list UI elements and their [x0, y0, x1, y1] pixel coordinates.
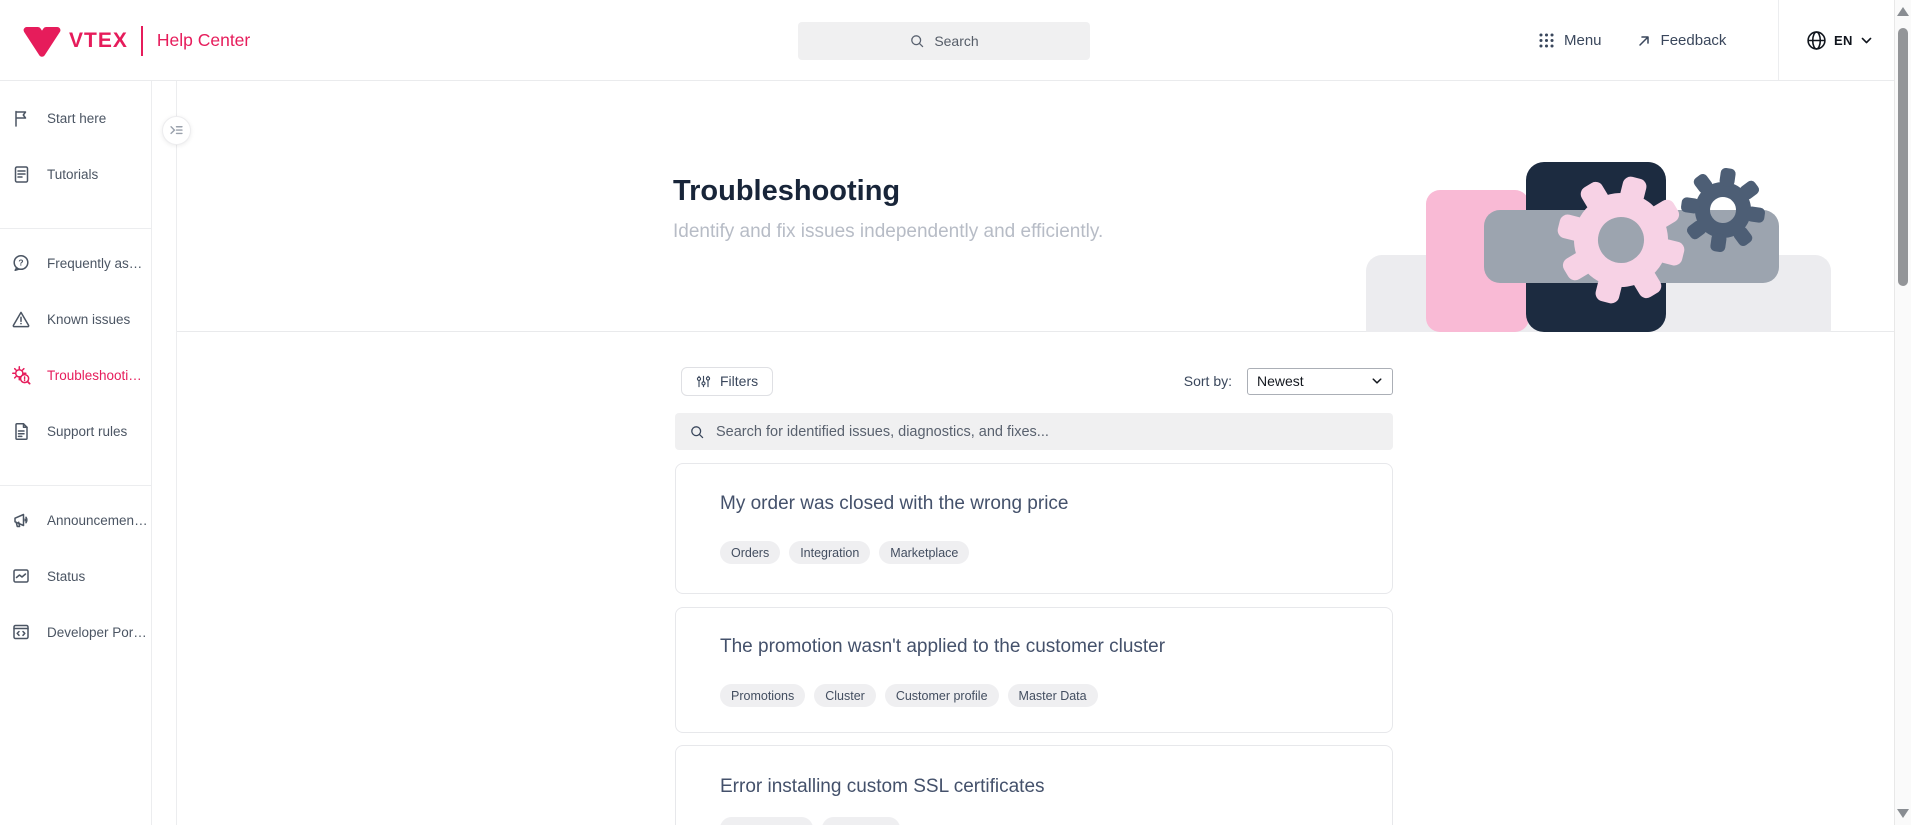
svg-text:?: ? [18, 258, 23, 268]
question-bubble-icon: ? [11, 253, 31, 273]
header-divider [1778, 0, 1779, 80]
troubleshooting-gear-icon [11, 365, 31, 385]
sidebar-item-label: Developer Por… [47, 625, 147, 640]
arrow-up-right-icon [1636, 33, 1652, 49]
vtex-logo-icon [22, 23, 62, 59]
grid-menu-icon [1538, 32, 1555, 49]
issue-tag: Integration [789, 541, 870, 564]
flag-icon [11, 108, 31, 128]
code-window-icon [11, 622, 31, 642]
results-list: My order was closed with the wrong price… [675, 463, 1393, 825]
warning-triangle-icon [11, 309, 31, 329]
sidebar-item-tutorials[interactable]: Tutorials [0, 146, 151, 202]
sidebar-item-status[interactable]: Status [0, 548, 151, 604]
feedback-label: Feedback [1661, 32, 1727, 49]
scroll-up-arrow[interactable] [1897, 7, 1909, 16]
megaphone-icon [11, 510, 31, 530]
gears-illustration [1351, 120, 1891, 332]
status-chart-icon [11, 566, 31, 586]
sidebar-collapse-button[interactable] [162, 116, 191, 145]
sidebar-item-start-here[interactable]: Start here [0, 90, 151, 146]
sidebar-item-label: Known issues [47, 312, 130, 327]
brand-wordmark: VTEX [69, 29, 128, 53]
issue-tag: Marketplace [879, 541, 969, 564]
hero-section: Troubleshooting Identify and fix issues … [177, 81, 1911, 332]
issue-card[interactable]: The promotion wasn't applied to the cust… [675, 607, 1393, 733]
sort-selected-value: Newest [1257, 373, 1304, 389]
sidebar-item-label: Frequently as… [47, 256, 142, 271]
sidebar-item-label: Tutorials [47, 167, 98, 182]
sidebar-item-label: Support rules [47, 424, 127, 439]
filters-label: Filters [720, 373, 758, 389]
issue-tag-row [720, 817, 1392, 825]
sidebar-divider [0, 228, 151, 229]
issue-card-title: The promotion wasn't applied to the cust… [720, 636, 1392, 658]
menu-label: Menu [1564, 32, 1602, 49]
issue-tag: Master Data [1008, 684, 1098, 707]
language-selector[interactable]: EN [1806, 0, 1873, 81]
sidebar-item-known-issues[interactable]: Known issues [0, 291, 151, 347]
globe-icon [1806, 30, 1827, 51]
main-content: Troubleshooting Identify and fix issues … [176, 81, 1911, 825]
page-title: Troubleshooting [673, 175, 1103, 208]
page-subtitle: Identify and fix issues independently an… [673, 221, 1103, 243]
search-icon [689, 424, 705, 440]
sidebar-item-label: Troubleshooti… [47, 368, 142, 383]
issue-tag: Cluster [814, 684, 876, 707]
sidebar-divider [0, 485, 151, 486]
sort-by-label: Sort by: [1184, 373, 1232, 389]
sidebar-item-frequently-as[interactable]: ? Frequently as… [0, 235, 151, 291]
brand-divider [141, 26, 143, 56]
list-toolbar: Filters Sort by: Newest [675, 366, 1393, 396]
issue-card[interactable]: My order was closed with the wrong price… [675, 463, 1393, 594]
window-scrollbar[interactable] [1894, 0, 1911, 825]
filters-button[interactable]: Filters [681, 367, 773, 396]
sidebar-item-support-rules[interactable]: Support rules [0, 403, 151, 459]
issue-tag: Orders [720, 541, 780, 564]
header-search-input[interactable]: Search [798, 22, 1090, 60]
sidebar-item-label: Announcemen… [47, 513, 148, 528]
sort-select[interactable]: Newest [1247, 368, 1393, 395]
feedback-button[interactable]: Feedback [1636, 32, 1727, 49]
issue-tag-row: Promotions Cluster Customer profile Master … [720, 684, 1392, 707]
sidebar-nav: Start here Tutorials? Frequently as… Known … [0, 81, 152, 825]
sidebar-item-announcemen[interactable]: Announcemen… [0, 492, 151, 548]
brand[interactable]: VTEX Help Center [22, 0, 250, 81]
collapse-menu-icon [169, 123, 184, 138]
search-icon [909, 33, 925, 49]
issue-card-title: My order was closed with the wrong price [720, 493, 1392, 515]
issue-tag-partial [720, 817, 813, 825]
issue-card[interactable]: Error installing custom SSL certificates [675, 745, 1393, 825]
sliders-filter-icon [696, 374, 711, 389]
issue-tag-partial [822, 817, 900, 825]
scroll-down-arrow[interactable] [1897, 809, 1909, 818]
issues-search-bar [675, 413, 1393, 450]
scrollbar-thumb[interactable] [1898, 28, 1908, 286]
sidebar-item-label: Status [47, 569, 85, 584]
top-header: VTEX Help Center Search Menu [0, 0, 1911, 81]
product-name: Help Center [157, 30, 250, 51]
issue-tag: Customer profile [885, 684, 999, 707]
document-icon [11, 421, 31, 441]
language-code: EN [1834, 33, 1853, 48]
chevron-down-icon [1860, 34, 1873, 47]
issue-tag-row: Orders Integration Marketplace [720, 541, 1392, 564]
sidebar-item-label: Start here [47, 111, 106, 126]
issues-search-input[interactable] [716, 424, 1393, 440]
select-chevron-icon [1371, 375, 1383, 387]
header-search-placeholder: Search [934, 33, 978, 49]
menu-button[interactable]: Menu [1538, 32, 1602, 49]
sidebar-item-troubleshooti[interactable]: Troubleshooti… [0, 347, 151, 403]
issue-tag: Promotions [720, 684, 805, 707]
book-icon [11, 164, 31, 184]
issue-card-title: Error installing custom SSL certificates [720, 776, 1392, 798]
sidebar-item-developer-por[interactable]: Developer Por… [0, 604, 151, 660]
